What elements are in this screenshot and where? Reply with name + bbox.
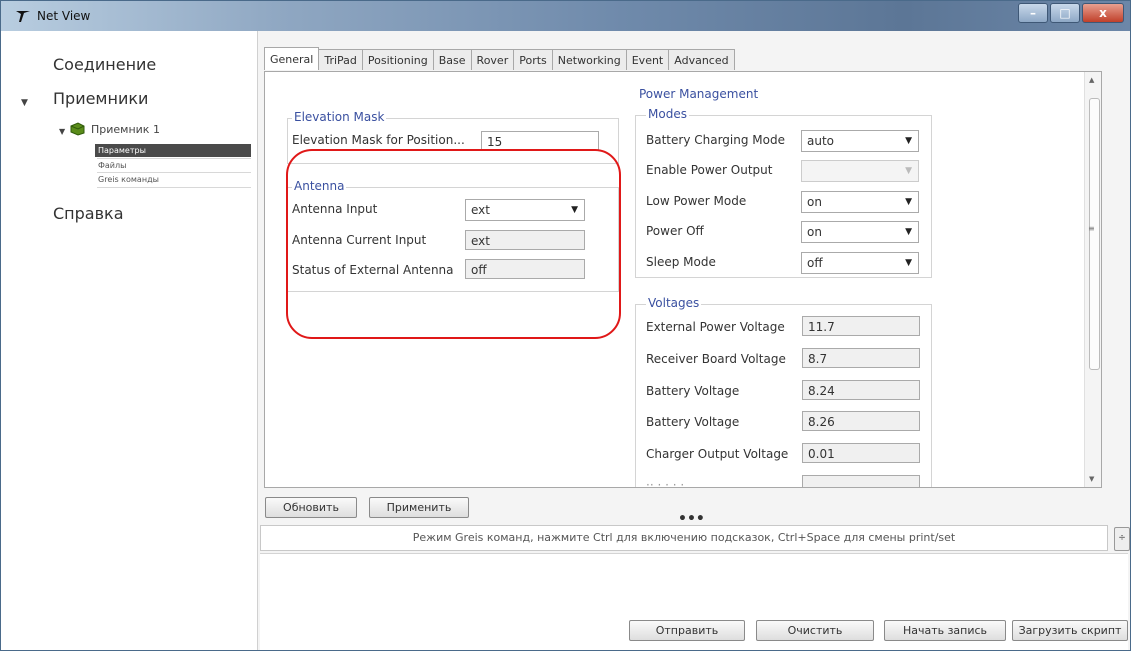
charger-output-voltage-field: 0.01 — [802, 443, 920, 463]
external-power-voltage-field: 11.7 — [802, 316, 920, 336]
close-button[interactable]: x — [1082, 3, 1124, 23]
external-power-voltage-label: External Power Voltage — [646, 320, 785, 334]
battery-charging-value: auto — [807, 134, 835, 148]
scroll-up-icon[interactable]: ▲ — [1089, 76, 1094, 84]
apply-button[interactable]: Применить — [369, 497, 469, 518]
antenna-title: Antenna — [292, 179, 347, 193]
low-power-mode-value: on — [807, 195, 822, 209]
tab-rover[interactable]: Rover — [470, 49, 515, 70]
sleep-mode-label: Sleep Mode — [646, 255, 716, 269]
receiver-board-voltage-field: 8.7 — [802, 348, 920, 368]
elevation-mask-title: Elevation Mask — [292, 110, 387, 124]
battery-voltage-label: Battery Voltage — [646, 384, 740, 398]
scroll-grip-icon: ≡ — [1088, 224, 1095, 233]
sidebar-item-help[interactable]: Справка — [53, 204, 124, 223]
battery-charging-select[interactable]: auto ▼ — [801, 130, 919, 152]
chevron-down-icon: ▼ — [905, 258, 912, 268]
elevation-mask-input[interactable]: 15 — [481, 131, 599, 151]
elevation-mask-label: Elevation Mask for Position... — [292, 133, 465, 147]
title-bar[interactable]: Net View – □ x — [1, 1, 1130, 31]
tab-bar: General TriPad Positioning Base Rover Po… — [264, 47, 735, 71]
clear-button[interactable]: Очистить — [756, 620, 874, 641]
low-power-mode-select[interactable]: on ▼ — [801, 191, 919, 213]
sidebar-item-greis[interactable]: Greis команды — [98, 175, 159, 184]
scrollbar-thumb[interactable] — [1089, 98, 1100, 370]
tab-tripad[interactable]: TriPad — [318, 49, 363, 70]
window-title: Net View — [37, 9, 91, 23]
chevron-down-icon[interactable]: ▼ — [59, 127, 65, 136]
tab-event[interactable]: Event — [625, 49, 670, 70]
refresh-button[interactable]: Обновить — [265, 497, 357, 518]
modes-title: Modes — [646, 107, 689, 121]
sidebar-item-files[interactable]: Файлы — [98, 161, 126, 170]
power-off-value: on — [807, 225, 822, 239]
power-off-label: Power Off — [646, 224, 704, 238]
antenna-input-label: Antenna Input — [292, 202, 378, 216]
enable-power-output-label: Enable Power Output — [646, 163, 773, 177]
tab-networking[interactable]: Networking — [551, 49, 627, 70]
chevron-down-icon: ▼ — [905, 227, 912, 237]
general-panel: Elevation Mask Elevation Mask for Positi… — [264, 71, 1102, 488]
antenna-input-select[interactable]: ext ▼ — [465, 199, 585, 221]
maximize-button[interactable]: □ — [1050, 3, 1080, 23]
power-management-title: Power Management — [637, 87, 761, 101]
chevron-down-icon: ▼ — [905, 136, 912, 146]
app-logo-icon — [16, 11, 30, 22]
app-window: Net View – □ x Соединение ▼ Приемники ▼ … — [0, 0, 1131, 651]
low-power-mode-label: Low Power Mode — [646, 194, 747, 208]
enable-power-output-select[interactable]: ▼ — [801, 160, 919, 182]
output-voltage-label-clipped: ·· · · · · — [646, 478, 685, 488]
charger-output-voltage-label: Charger Output Voltage — [646, 447, 789, 461]
tab-ports[interactable]: Ports — [513, 49, 553, 70]
antenna-status-label: Status of External Antenna — [292, 263, 454, 277]
battery-voltage-field: 8.26 — [802, 411, 920, 431]
tab-advanced[interactable]: Advanced — [668, 49, 735, 70]
receiver-board-voltage-label: Receiver Board Voltage — [646, 352, 786, 366]
sleep-mode-select[interactable]: off ▼ — [801, 252, 919, 274]
chevron-down-icon: ▼ — [571, 205, 578, 215]
send-button[interactable]: Отправить — [629, 620, 745, 641]
main-area: General TriPad Positioning Base Rover Po… — [258, 31, 1130, 650]
sidebar: Соединение ▼ Приемники ▼ Приемник 1 Пара… — [1, 31, 258, 650]
sidebar-item-params[interactable]: Параметры — [98, 146, 146, 155]
power-off-select[interactable]: on ▼ — [801, 221, 919, 243]
antenna-input-value: ext — [471, 203, 490, 217]
window-controls: – □ x — [1016, 3, 1124, 23]
tab-positioning[interactable]: Positioning — [361, 49, 434, 70]
battery-voltage-label: Battery Voltage — [646, 415, 740, 429]
tab-base[interactable]: Base — [432, 49, 472, 70]
minimize-button[interactable]: – — [1018, 3, 1048, 23]
scroll-down-icon[interactable]: ▼ — [1089, 475, 1094, 483]
chevron-down-icon[interactable]: ▼ — [21, 98, 28, 108]
antenna-current-field: ext — [465, 230, 585, 250]
antenna-status-field: off — [465, 259, 585, 279]
output-voltage-field — [802, 475, 920, 487]
divider — [97, 158, 251, 159]
panel-scrollbar[interactable]: ▲ ≡ ▼ — [1084, 72, 1101, 487]
antenna-current-label: Antenna Current Input — [292, 233, 427, 247]
sidebar-item-receivers[interactable]: Приемники — [53, 89, 148, 108]
chevron-down-icon: ▼ — [905, 197, 912, 207]
divider — [97, 172, 251, 173]
command-input[interactable]: Режим Greis команд, нажмите Ctrl для вкл… — [260, 525, 1108, 551]
start-record-button[interactable]: Начать запись — [884, 620, 1006, 641]
sleep-mode-value: off — [807, 256, 823, 270]
voltages-title: Voltages — [646, 296, 702, 310]
load-script-button[interactable]: Загрузить скрипт — [1012, 620, 1128, 641]
sidebar-item-connection[interactable]: Соединение — [53, 55, 156, 74]
battery-charging-label: Battery Charging Mode — [646, 133, 785, 147]
divider — [97, 187, 251, 188]
receiver-device-icon — [70, 122, 85, 136]
command-side-button[interactable]: ÷ — [1114, 527, 1130, 551]
sidebar-item-receiver-1[interactable]: Приемник 1 — [91, 123, 160, 136]
tab-general[interactable]: General — [264, 47, 320, 70]
chevron-down-icon: ▼ — [905, 166, 912, 176]
battery-voltage-field: 8.24 — [802, 380, 920, 400]
